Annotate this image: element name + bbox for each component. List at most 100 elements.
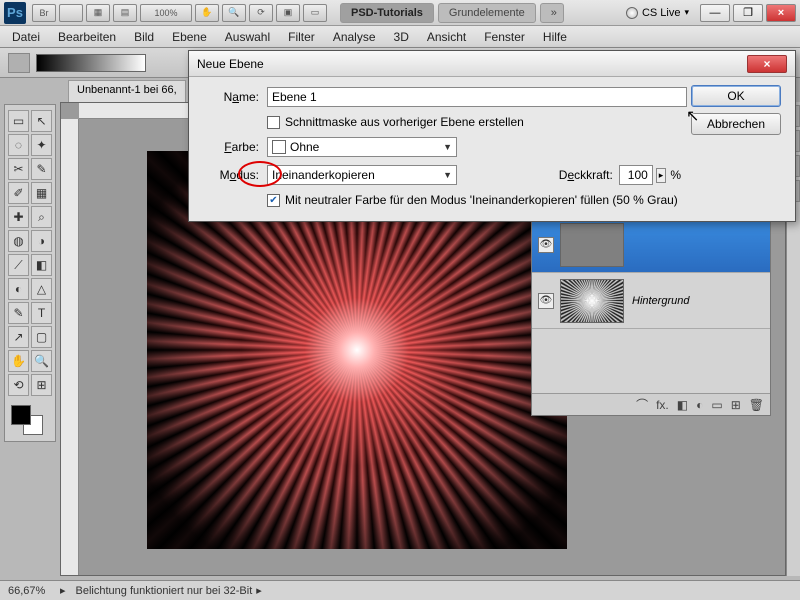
tool-button[interactable]: ▦ — [31, 182, 52, 204]
tool-button[interactable]: ▭ — [8, 110, 29, 132]
visibility-icon[interactable]: 👁 — [538, 293, 554, 309]
status-zoom[interactable]: 66,67% — [8, 585, 60, 597]
tool-button[interactable]: ◍ — [8, 230, 29, 252]
mode-label: Modus: — [203, 168, 259, 182]
menu-bearbeiten[interactable]: Bearbeiten — [58, 30, 116, 44]
tool-button[interactable]: ✚ — [8, 206, 29, 228]
maximize-button[interactable]: ❐ — [733, 4, 763, 22]
menu-hilfe[interactable]: Hilfe — [543, 30, 567, 44]
menu-3d[interactable]: 3D — [394, 30, 409, 44]
color-label: Farbe: — [203, 140, 259, 154]
dialog-titlebar[interactable]: Neue Ebene × — [189, 51, 795, 77]
arrange-button[interactable]: ▣ — [276, 4, 300, 22]
layer-thumbnail[interactable] — [560, 223, 624, 267]
layer-thumbnail[interactable] — [560, 279, 624, 323]
menu-auswahl[interactable]: Auswahl — [225, 30, 270, 44]
dialog-title: Neue Ebene — [197, 57, 264, 71]
document-tab[interactable]: Unbenannt-1 bei 66, — [68, 80, 186, 102]
menu-ebene[interactable]: Ebene — [172, 30, 207, 44]
color-swatches[interactable] — [7, 403, 53, 437]
extras2-button[interactable]: ▤ — [113, 4, 137, 22]
workspace-tab-psd-tutorials[interactable]: PSD-Tutorials — [340, 3, 434, 23]
tool-button[interactable]: ▢ — [31, 326, 52, 348]
tool-button[interactable]: ⊞ — [31, 374, 52, 396]
menu-analyse[interactable]: Analyse — [333, 30, 376, 44]
mini-bridge-button[interactable] — [59, 4, 83, 22]
opacity-flyout-icon[interactable]: ▸ — [656, 168, 667, 183]
clipping-mask-label: Schnittmaske aus vorheriger Ebene erstel… — [285, 115, 524, 129]
chevron-down-icon: ▼ — [443, 142, 452, 152]
delete-layer-icon[interactable]: 🗑 — [749, 398, 764, 412]
new-layer-dialog: Neue Ebene × OK Abbrechen Name: Schnittm… — [188, 50, 796, 222]
layer-fx-icon[interactable]: fx. — [656, 398, 669, 412]
photoshop-logo-icon: Ps — [4, 2, 26, 24]
opacity-input[interactable] — [619, 165, 653, 185]
clipping-mask-checkbox[interactable] — [267, 116, 280, 129]
close-button[interactable]: × — [766, 4, 796, 22]
tool-button[interactable]: ✐ — [8, 182, 29, 204]
zoom-tool-button[interactable]: 🔍 — [222, 4, 246, 22]
foreground-swatch[interactable] — [11, 405, 31, 425]
tool-button[interactable]: ◧ — [31, 254, 52, 276]
menu-fenster[interactable]: Fenster — [484, 30, 525, 44]
toolbox: ▭↖◌✦✂✎✐▦✚⌕◍◑⟋◧◐△✎T↗▢✋🔍⟲⊞ — [4, 104, 56, 442]
tool-button[interactable]: ↖ — [31, 110, 52, 132]
tool-button[interactable]: ◌ — [8, 134, 29, 156]
extras-button[interactable]: ▦ — [86, 4, 110, 22]
gradient-preview[interactable] — [36, 54, 146, 72]
app-titlebar: Ps Br ▦ ▤ 100% ✋ 🔍 ⟳ ▣ ▭ PSD-Tutorials G… — [0, 0, 800, 26]
tool-button[interactable]: ✋ — [8, 350, 29, 372]
hand-tool-button[interactable]: ✋ — [195, 4, 219, 22]
tool-button[interactable]: △ — [31, 278, 52, 300]
zoom-level[interactable]: 100% — [140, 4, 192, 22]
tool-button[interactable]: ✂ — [8, 158, 29, 180]
menu-ansicht[interactable]: Ansicht — [427, 30, 466, 44]
tool-button[interactable]: ◑ — [31, 230, 52, 252]
layer-mask-icon[interactable]: ◧ — [677, 398, 688, 412]
new-layer-icon[interactable]: ⊞ — [731, 398, 741, 412]
tool-button[interactable]: ◐ — [8, 278, 29, 300]
color-swatch-icon — [272, 140, 286, 154]
menu-datei[interactable]: Datei — [12, 30, 40, 44]
screen-mode-button[interactable]: ▭ — [303, 4, 327, 22]
cs-live-button[interactable]: CS Live▾ — [626, 7, 689, 19]
adjustment-layer-icon[interactable]: ◐ — [696, 398, 703, 412]
tool-button[interactable]: ⟋ — [8, 254, 29, 276]
status-arrow2-icon[interactable]: ▸ — [256, 584, 262, 597]
color-dropdown[interactable]: Ohne ▼ — [267, 137, 457, 157]
rotate-button[interactable]: ⟳ — [249, 4, 273, 22]
layers-panel: 👁 👁 Hintergrund ⌒ fx. ◧ ◐ ▭ ⊞ 🗑 — [531, 216, 771, 416]
status-arrow-icon[interactable]: ▸ — [60, 584, 66, 597]
dialog-close-button[interactable]: × — [747, 55, 787, 73]
tool-button[interactable]: T — [31, 302, 52, 324]
menu-filter[interactable]: Filter — [288, 30, 315, 44]
blend-mode-dropdown[interactable]: Ineinanderkopieren ▼ — [267, 165, 457, 185]
fill-neutral-label: Mit neutraler Farbe für den Modus 'Inein… — [285, 193, 678, 207]
workspace-tab-grundelemente[interactable]: Grundelemente — [438, 3, 536, 23]
tool-button[interactable]: ↗ — [8, 326, 29, 348]
tool-button[interactable]: 🔍 — [31, 350, 52, 372]
visibility-icon[interactable]: 👁 — [538, 237, 554, 253]
minimize-button[interactable]: — — [700, 4, 730, 22]
ruler-vertical[interactable] — [61, 119, 79, 575]
tool-button[interactable]: ✎ — [8, 302, 29, 324]
opacity-unit: % — [670, 168, 681, 182]
cs-live-icon — [626, 7, 638, 19]
name-label: Name: — [203, 90, 259, 104]
link-layers-icon[interactable]: ⌒ — [636, 396, 648, 413]
cancel-button[interactable]: Abbrechen — [691, 113, 781, 135]
current-tool-icon[interactable] — [8, 53, 30, 73]
group-icon[interactable]: ▭ — [711, 398, 722, 412]
tool-button[interactable]: ✦ — [31, 134, 52, 156]
tool-button[interactable]: ⟲ — [8, 374, 29, 396]
workspace-more-button[interactable]: » — [540, 3, 564, 23]
bridge-button[interactable]: Br — [32, 4, 56, 22]
layer-row-ebene1[interactable]: 👁 — [532, 217, 770, 273]
layer-name-input[interactable] — [267, 87, 687, 107]
fill-neutral-checkbox[interactable]: ✔ — [267, 194, 280, 207]
ok-button[interactable]: OK — [691, 85, 781, 107]
tool-button[interactable]: ✎ — [31, 158, 52, 180]
layer-row-hintergrund[interactable]: 👁 Hintergrund — [532, 273, 770, 329]
tool-button[interactable]: ⌕ — [31, 206, 52, 228]
menu-bild[interactable]: Bild — [134, 30, 154, 44]
